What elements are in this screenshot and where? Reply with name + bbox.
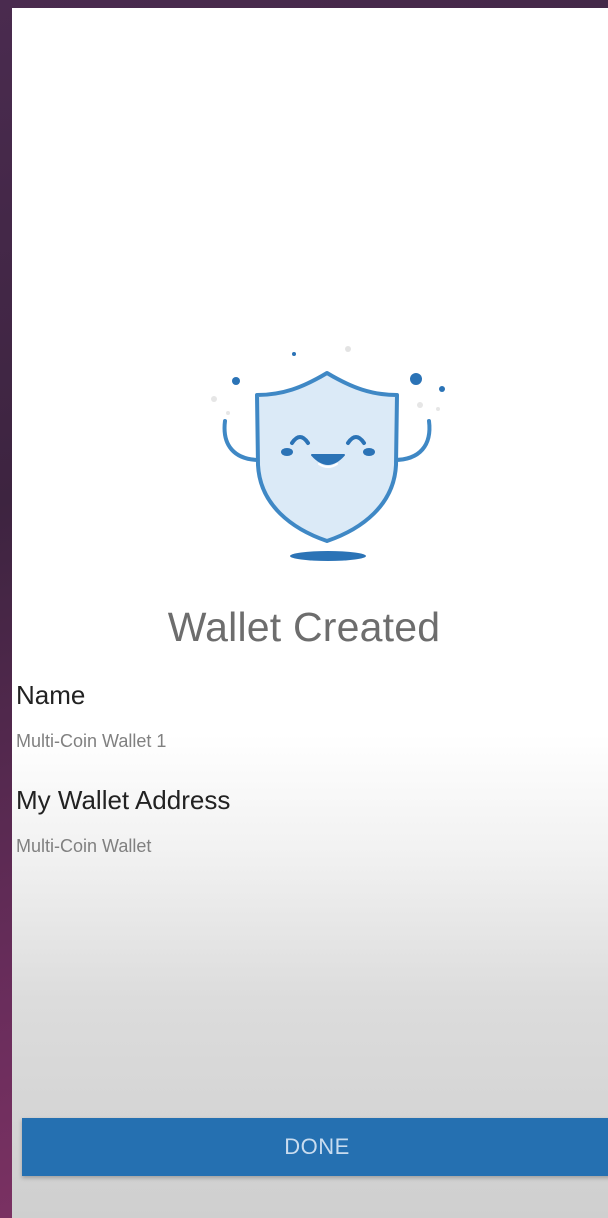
done-button[interactable]: DONE — [22, 1118, 608, 1176]
name-label: Name — [16, 680, 86, 710]
wallet-created-screen: Wallet Created — [12, 8, 608, 1218]
wallet-address-value: Multi-Coin Wallet — [16, 836, 152, 856]
happy-shield-icon — [211, 346, 445, 561]
name-value: Multi-Coin Wallet 1 — [16, 731, 167, 751]
page-title: Wallet Created — [167, 604, 441, 650]
wallet-address-label: My Wallet Address — [16, 785, 231, 815]
